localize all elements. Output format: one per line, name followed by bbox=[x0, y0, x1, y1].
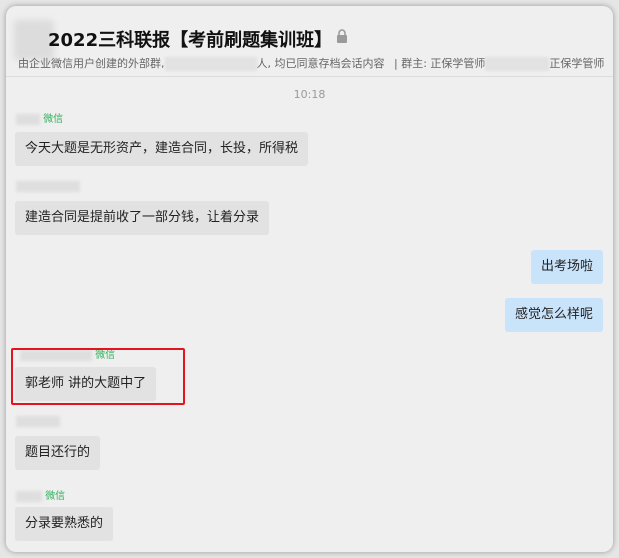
message-bubble[interactable]: 题目还行的 bbox=[15, 436, 101, 470]
redacted-sender bbox=[16, 181, 80, 192]
redacted-owner-name bbox=[485, 57, 550, 71]
sender-name bbox=[16, 416, 60, 428]
message-bubble[interactable]: 今天大题是无形资产，建造合同，长投，所得税 bbox=[15, 132, 309, 166]
message-bubble[interactable]: 建造合同是提前收了一部分钱，让着分录 bbox=[15, 201, 270, 235]
sender-name: 微信 bbox=[16, 487, 65, 502]
redacted-member-count bbox=[164, 57, 257, 71]
chat-window: 2022三科联报【考前刷题集训班】 由企业微信用户创建的外部群, 人, 均已同意存… bbox=[6, 6, 613, 552]
chat-header: 2022三科联报【考前刷题集训班】 由企业微信用户创建的外部群, 人, 均已同意存… bbox=[6, 6, 613, 76]
wechat-tag: 微信 bbox=[43, 114, 64, 125]
sender-name: 微信 bbox=[16, 110, 63, 125]
redacted-sender bbox=[16, 416, 60, 427]
message-bubble[interactable]: 感觉怎么样呢 bbox=[504, 298, 603, 332]
header-divider bbox=[6, 76, 613, 77]
message-bubble[interactable]: 分录要熟悉的 bbox=[15, 507, 114, 541]
subtitle-consent: 人, 均已同意存档会话内容 bbox=[256, 57, 385, 70]
subtitle-source: 由企业微信用户创建的外部群, bbox=[18, 57, 165, 70]
sender-name bbox=[16, 181, 80, 193]
wechat-tag: 微信 bbox=[45, 491, 66, 502]
message-timestamp: 10:18 bbox=[293, 88, 326, 101]
group-subtitle: 由企业微信用户创建的外部群, 人, 均已同意存档会话内容 | 群主: 正保学管师 正… bbox=[18, 55, 604, 71]
group-title: 2022三科联报【考前刷题集训班】 bbox=[48, 30, 333, 51]
message-bubble[interactable]: 出考场啦 bbox=[530, 250, 603, 284]
redacted-sender bbox=[16, 113, 40, 125]
highlight-box bbox=[11, 348, 185, 405]
lock-icon bbox=[337, 29, 347, 43]
redacted-sender bbox=[16, 490, 42, 502]
subtitle-owner-2: 正保学管师 bbox=[549, 57, 605, 70]
subtitle-owner: | 群主: 正保学管师 bbox=[394, 57, 486, 70]
